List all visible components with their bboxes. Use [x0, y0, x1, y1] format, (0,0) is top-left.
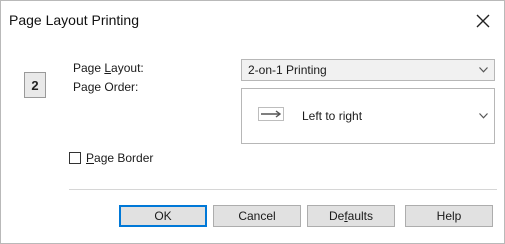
page-border-checkbox[interactable]	[69, 152, 81, 164]
cancel-button[interactable]: Cancel	[213, 205, 301, 227]
page-layout-label: Page Layout:	[73, 61, 144, 75]
defaults-label-prefix: De	[328, 209, 345, 223]
page-border-label-accesskey: P	[86, 151, 95, 165]
page-order-label: Page Order:	[73, 80, 138, 94]
chevron-down-icon	[479, 67, 488, 73]
window-title: Page Layout Printing	[9, 12, 139, 28]
page-layout-label-suffix: ayout:	[111, 61, 144, 75]
help-button[interactable]: Help	[405, 205, 493, 227]
page-order-icon	[258, 107, 284, 121]
page-number-indicator: 2	[24, 72, 46, 98]
page-layout-select[interactable]: 2-on-1 Printing	[241, 59, 495, 81]
chevron-down-icon	[479, 113, 488, 119]
page-layout-printing-dialog: Page Layout Printing 2 Page Layout: 2-on…	[0, 0, 505, 244]
page-order-select[interactable]: Left to right	[241, 88, 495, 144]
page-order-label-suffix: e Order:	[94, 80, 139, 94]
separator	[69, 189, 497, 190]
page-order-value: Left to right	[302, 109, 363, 123]
close-icon	[476, 14, 490, 28]
title-bar: Page Layout Printing	[1, 1, 504, 41]
ok-button[interactable]: OK	[119, 205, 207, 227]
page-layout-value: 2-on-1 Printing	[248, 63, 327, 77]
page-border-label-suffix: age Border	[94, 151, 154, 165]
close-button[interactable]	[468, 7, 498, 35]
defaults-label-suffix: aults	[347, 209, 374, 223]
page-order-label-prefix: Pa	[73, 80, 88, 94]
defaults-button[interactable]: De f aults	[307, 205, 395, 227]
page-layout-label-prefix: Page	[73, 61, 105, 75]
page-border-label: Page Border	[86, 151, 153, 165]
page-border-option[interactable]: Page Border	[69, 151, 153, 165]
